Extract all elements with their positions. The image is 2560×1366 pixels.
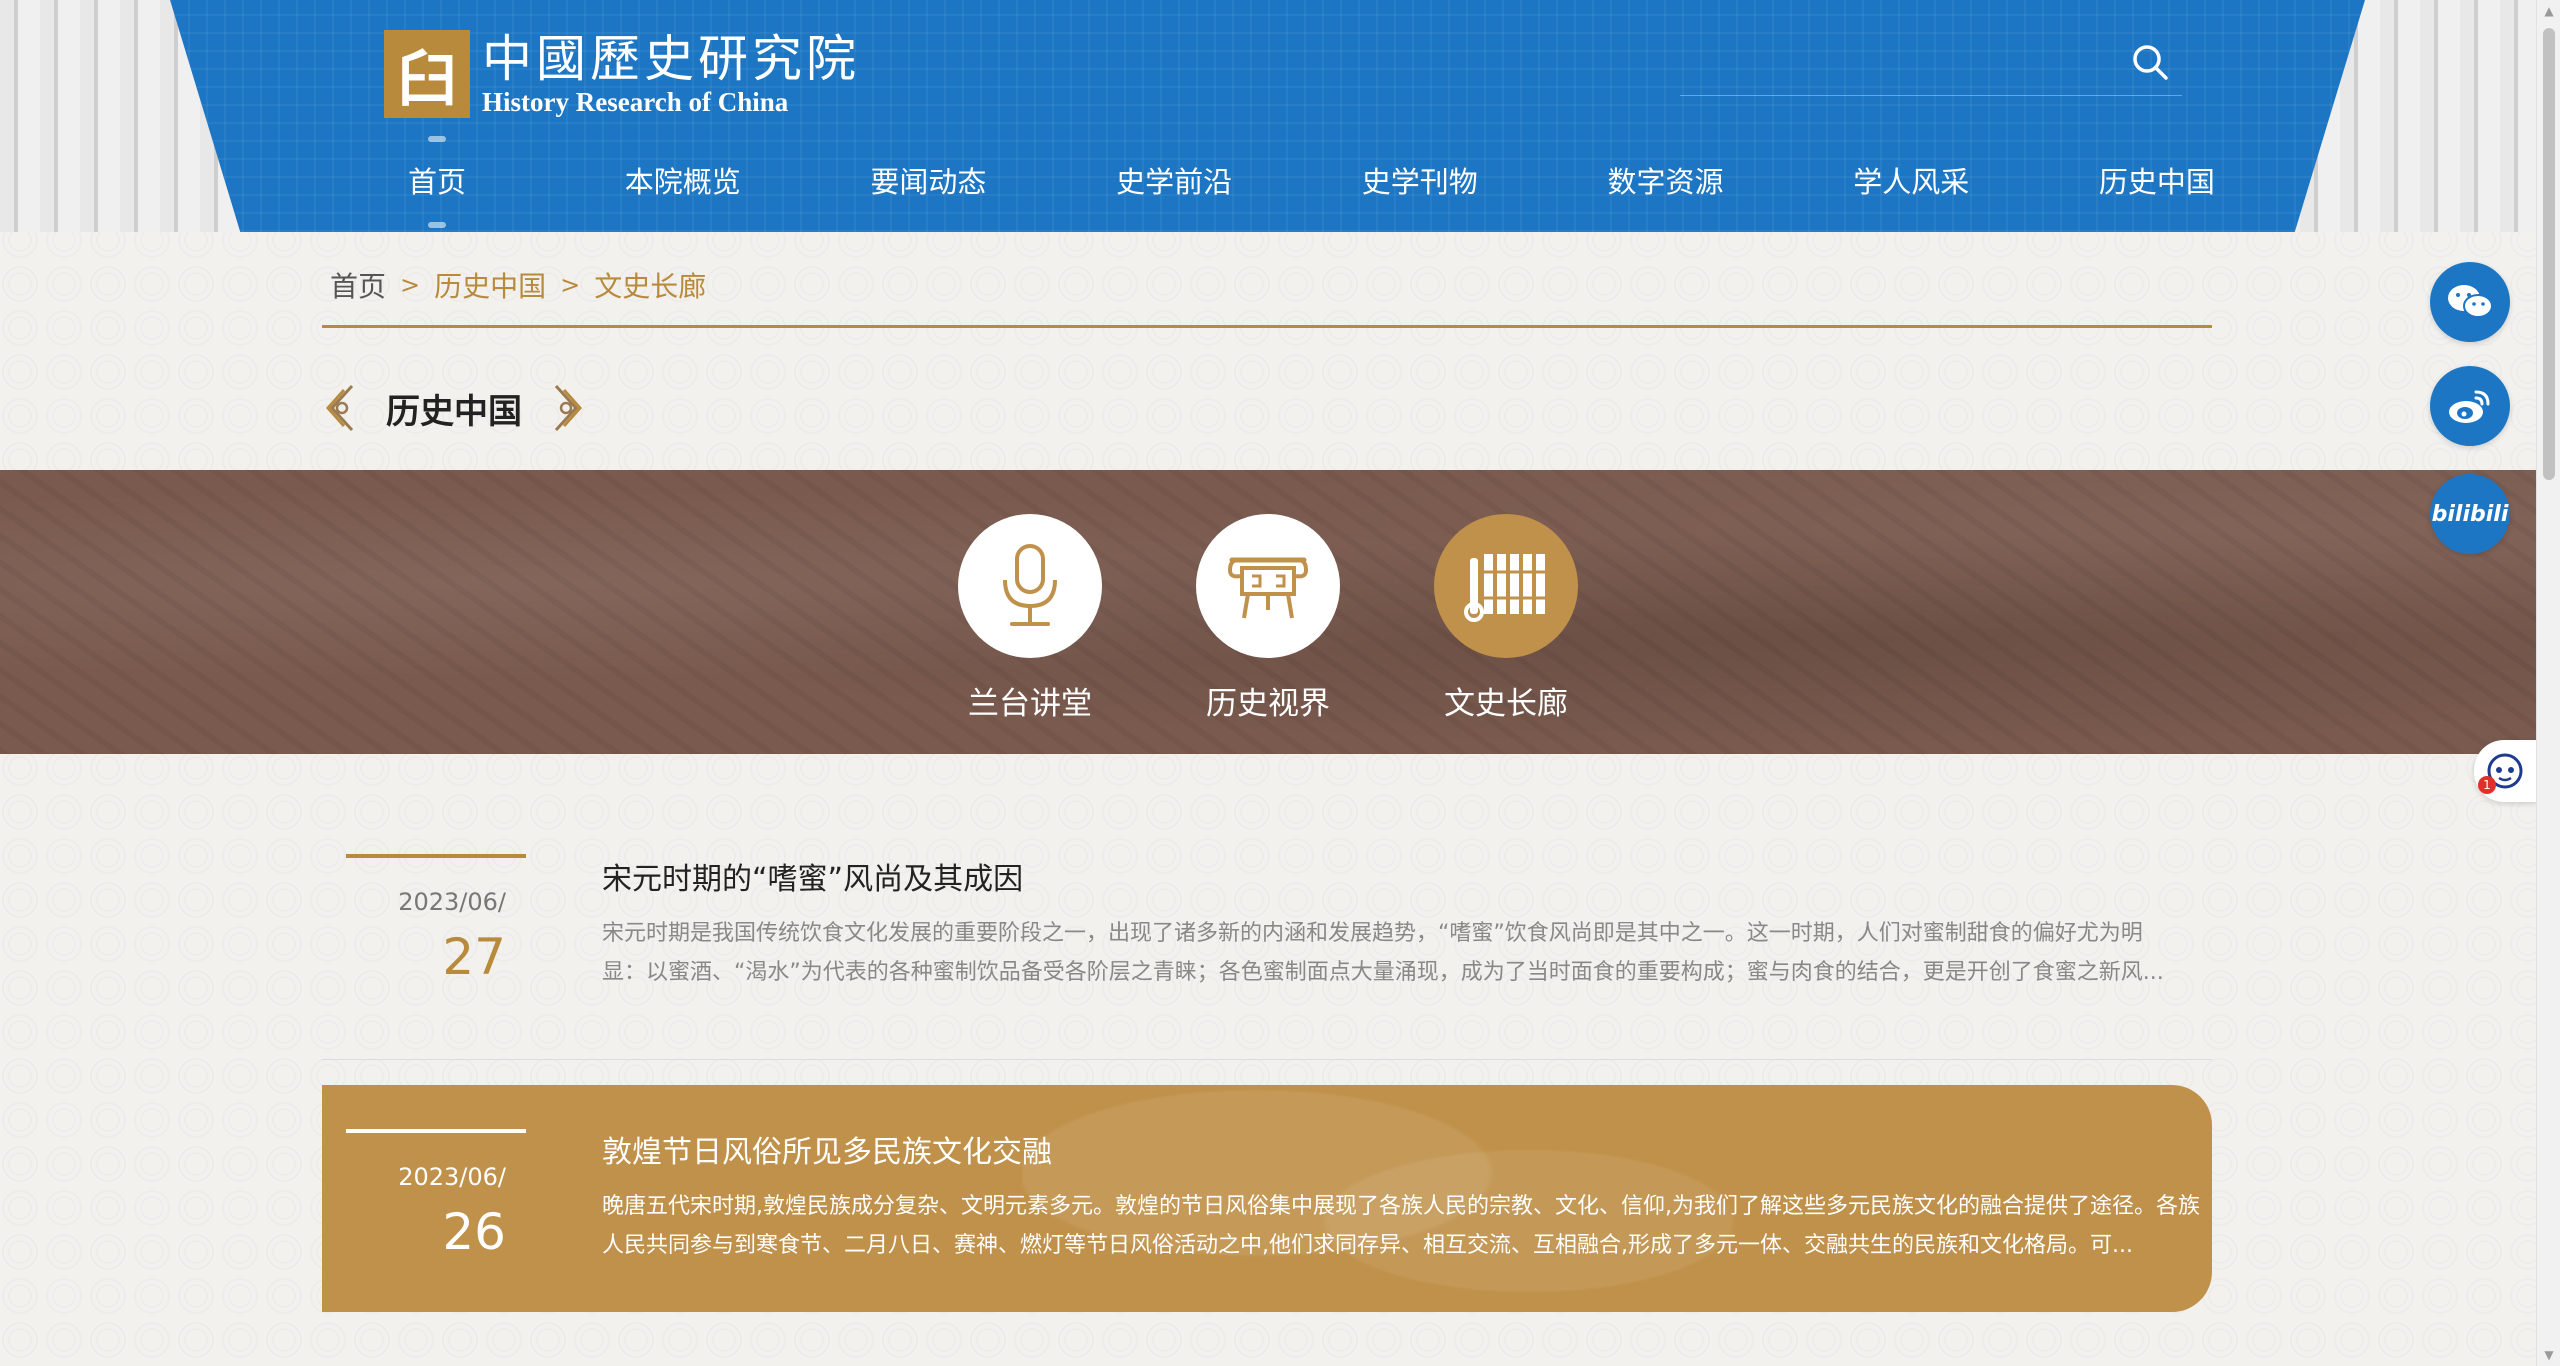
site-logo[interactable]: ⾅ 中國歷史研究院 History Research of China: [384, 30, 860, 118]
scrollbar[interactable]: ▲ ▼: [2536, 0, 2560, 1366]
breadcrumb: 首页 > 历史中国 > 文史长廊: [322, 258, 2212, 328]
weibo-button[interactable]: [2430, 366, 2510, 446]
article-item-highlighted[interactable]: 2023/06/ 26 敦煌节日风俗所见多民族文化交融 晚唐五代宋时期,敦煌民族…: [322, 1085, 2212, 1312]
category-circle: [1196, 514, 1340, 658]
nav-item-home[interactable]: 首页: [352, 136, 522, 228]
category-circle: [1434, 514, 1578, 658]
bilibili-logo: bilibili: [2431, 501, 2509, 527]
scroll-up-arrow-icon[interactable]: ▲: [2537, 0, 2560, 22]
wechat-icon: [2448, 285, 2493, 318]
category-list: 兰台讲堂 历史视界 文史长廊: [958, 514, 1578, 723]
scroll-down-arrow-icon[interactable]: ▼: [2537, 1344, 2560, 1366]
wechat-button[interactable]: [2430, 262, 2510, 342]
article-item[interactable]: 2023/06/ 27 宋元时期的“嗜蜜”风尚及其成因 宋元时期是我国传统饮食文…: [322, 830, 2212, 1060]
logo-mark: ⾅: [384, 30, 470, 118]
nav-item-digital-resources[interactable]: 数字资源: [1581, 150, 1751, 214]
category-lantai-lecture[interactable]: 兰台讲堂: [958, 514, 1102, 723]
search-box: [1680, 30, 2182, 96]
bamboo-scroll-icon: [1464, 554, 1546, 622]
category-culture-gallery[interactable]: 文史长廊: [1434, 514, 1578, 723]
cloud-scroll-left-icon: [325, 384, 354, 432]
breadcrumb-current[interactable]: 文史长廊: [594, 265, 706, 305]
nav-item-history-china[interactable]: 历史中国: [2072, 150, 2242, 214]
search-icon[interactable]: [2130, 42, 2170, 82]
article-title[interactable]: 宋元时期的“嗜蜜”风尚及其成因: [602, 854, 1023, 898]
breadcrumb-separator: >: [400, 270, 421, 299]
breadcrumb-history-china[interactable]: 历史中国: [434, 265, 546, 305]
nav-item-news[interactable]: 要闻动态: [843, 150, 1013, 214]
category-band: 兰台讲堂 历史视界 文史长廊: [0, 470, 2560, 754]
nav-item-scholars[interactable]: 学人风采: [1826, 150, 1996, 214]
nav-item-about[interactable]: 本院概览: [598, 150, 768, 214]
notification-badge: 1: [2478, 776, 2496, 794]
article-summary: 晚唐五代宋时期,敦煌民族成分复杂、文明元素多元。敦煌的节日风俗集中展现了各族人民…: [602, 1194, 2200, 1258]
article-date-month: 2023/06/: [398, 888, 506, 916]
microphone-icon: [1003, 544, 1057, 626]
ding-vessel-icon: [1227, 557, 1309, 619]
article-date: 2023/06/ 27: [346, 854, 526, 986]
logo-chinese-name: 中國歷史研究院: [482, 30, 860, 88]
article-date-day: 27: [442, 928, 506, 986]
bilibili-button[interactable]: bilibili: [2430, 474, 2510, 554]
article-summary: 宋元时期是我国传统饮食文化发展的重要阶段之一，出现了诸多新的内涵和发展趋势，“嗜…: [602, 921, 2164, 985]
nav-item-journals[interactable]: 史学刊物: [1335, 150, 1505, 214]
logo-english-name: History Research of China: [482, 87, 789, 117]
category-history-vision[interactable]: 历史视界: [1196, 514, 1340, 723]
section-heading: 历史中国: [322, 380, 586, 436]
article-date-month: 2023/06/: [398, 1163, 506, 1191]
cloud-scroll-right-icon: [554, 384, 583, 432]
article-title[interactable]: 敦煌节日风俗所见多民族文化交融: [602, 1127, 1052, 1171]
search-input[interactable]: [1680, 40, 2120, 84]
weibo-icon: [2449, 390, 2490, 423]
article-date: 2023/06/ 26: [346, 1129, 526, 1261]
nav-item-frontier[interactable]: 史学前沿: [1089, 150, 1259, 214]
breadcrumb-home[interactable]: 首页: [330, 265, 386, 305]
page-title: 历史中国: [386, 391, 522, 432]
category-label: 历史视界: [1206, 686, 1330, 722]
main-nav: 首页 本院概览 要闻动态 史学前沿 史学刊物 数字资源 学人风采 历史中国: [352, 136, 2242, 228]
assistant-chat-button[interactable]: 1: [2474, 740, 2536, 802]
category-label: 文史长廊: [1444, 686, 1568, 722]
breadcrumb-separator: >: [560, 270, 581, 299]
logo-text: 中國歷史研究院 History Research of China: [482, 31, 860, 117]
article-date-day: 26: [442, 1203, 506, 1261]
category-circle: [958, 514, 1102, 658]
category-label: 兰台讲堂: [968, 686, 1092, 722]
site-header: ⾅ 中國歷史研究院 History Research of China 首页 本…: [0, 0, 2560, 232]
scrollbar-thumb[interactable]: [2543, 28, 2555, 480]
